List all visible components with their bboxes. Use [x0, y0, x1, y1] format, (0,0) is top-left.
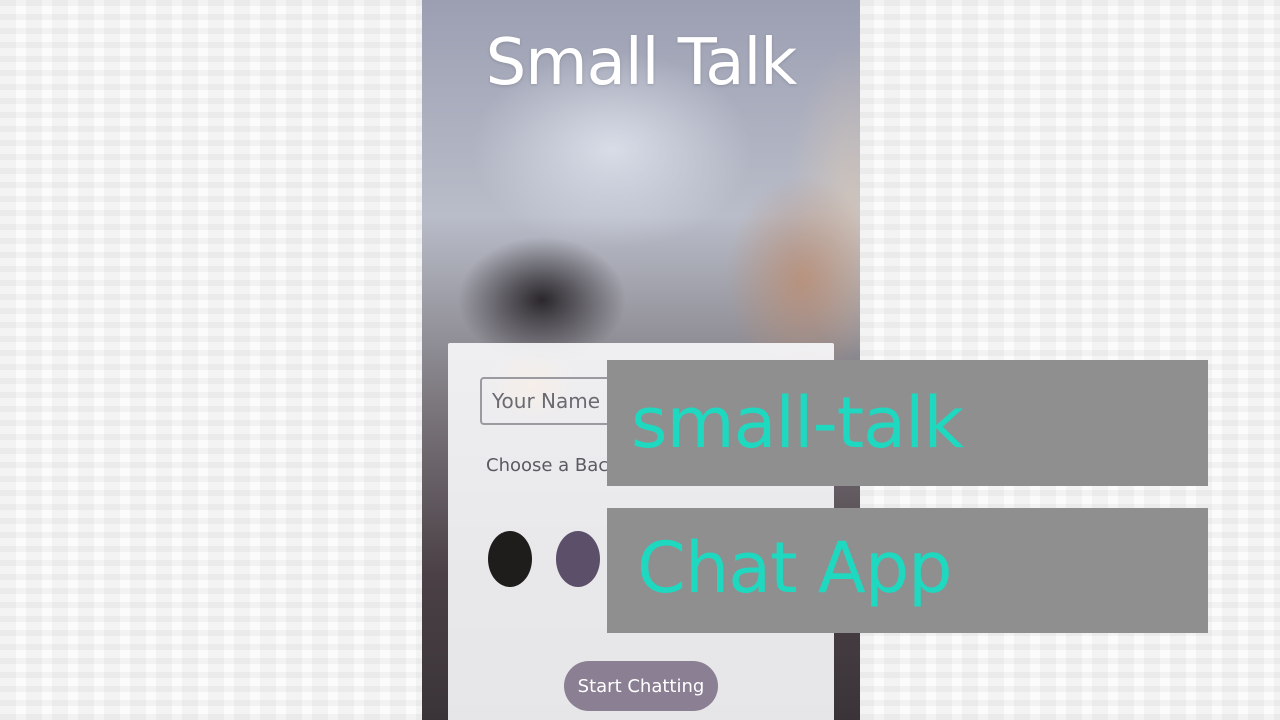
banner-small-talk: small-talk: [607, 360, 1208, 486]
banner-subtitle-text: Chat App: [637, 527, 953, 609]
background-swatch-black[interactable]: [488, 531, 532, 587]
background-swatch-purple[interactable]: [556, 531, 600, 587]
start-chatting-button[interactable]: Start Chatting: [564, 661, 718, 711]
banner-title-text: small-talk: [631, 382, 964, 464]
app-title: Small Talk: [485, 26, 798, 100]
banner-chat-app: Chat App: [607, 508, 1208, 633]
